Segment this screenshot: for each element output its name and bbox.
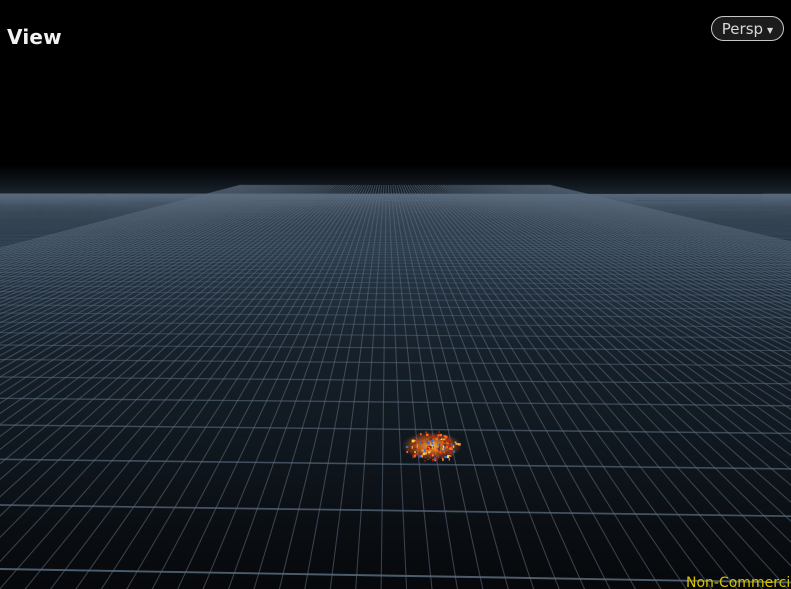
particle	[444, 451, 448, 453]
camera-menu-label: Persp	[721, 19, 764, 38]
particle	[451, 453, 454, 456]
particle	[435, 437, 438, 441]
particle	[430, 439, 434, 443]
particle	[414, 442, 416, 445]
particle	[432, 445, 434, 449]
chevron-down-icon: ▼	[767, 25, 774, 35]
particle	[438, 446, 441, 449]
particle	[431, 459, 434, 462]
ground-grid-scene[interactable]	[0, 0, 791, 589]
particle	[443, 445, 445, 448]
particle	[453, 450, 455, 453]
particle	[436, 445, 439, 447]
particle	[438, 431, 440, 433]
particle	[430, 450, 432, 452]
particle	[442, 441, 444, 443]
particle	[435, 449, 439, 452]
particle	[442, 438, 446, 441]
particle	[437, 456, 439, 459]
particle	[437, 455, 440, 457]
particle	[433, 434, 435, 436]
particle	[423, 460, 427, 462]
particle	[439, 451, 441, 454]
particle	[411, 445, 413, 449]
particle	[419, 455, 422, 458]
particle	[424, 441, 427, 443]
license-watermark: Non-Commercial	[686, 575, 791, 589]
particle	[416, 444, 419, 448]
particle	[427, 442, 430, 445]
particle	[420, 442, 424, 444]
particle	[432, 455, 434, 457]
particle	[447, 440, 450, 443]
particle	[414, 451, 416, 454]
particle	[448, 458, 450, 461]
particle	[451, 444, 454, 446]
particle	[418, 433, 420, 435]
particle	[407, 449, 409, 452]
particle	[426, 447, 429, 450]
particle	[429, 456, 431, 459]
particle	[443, 440, 446, 443]
particle	[421, 449, 424, 452]
particle	[431, 436, 434, 439]
particle	[442, 448, 445, 451]
particle	[429, 446, 432, 449]
particle	[444, 456, 447, 459]
particle	[437, 434, 440, 437]
particle	[439, 443, 441, 446]
particle	[443, 435, 447, 438]
particle	[444, 446, 447, 449]
particle	[414, 454, 416, 458]
particle	[410, 449, 413, 453]
particle	[433, 458, 436, 460]
particle	[446, 455, 450, 459]
particle	[414, 447, 417, 449]
particle	[422, 452, 426, 456]
particle	[428, 451, 431, 454]
particle	[424, 456, 426, 459]
particle	[458, 443, 461, 446]
viewport-title: View	[7, 25, 62, 49]
particle	[426, 458, 430, 460]
particle	[429, 453, 432, 456]
particle	[423, 449, 426, 453]
scene-viewport[interactable]: View Persp ▼ Non-Commercial	[0, 0, 791, 589]
particle	[421, 454, 423, 458]
particle	[454, 441, 457, 443]
particle	[435, 458, 439, 461]
particle	[405, 446, 409, 448]
particle	[420, 432, 422, 436]
camera-menu-button[interactable]: Persp ▼	[711, 16, 784, 41]
particle	[442, 458, 444, 461]
particle	[439, 436, 441, 440]
particle	[425, 431, 428, 434]
particle	[439, 433, 442, 437]
particle	[448, 447, 451, 450]
particle	[426, 433, 429, 436]
particle	[411, 439, 415, 443]
particle	[455, 443, 459, 445]
